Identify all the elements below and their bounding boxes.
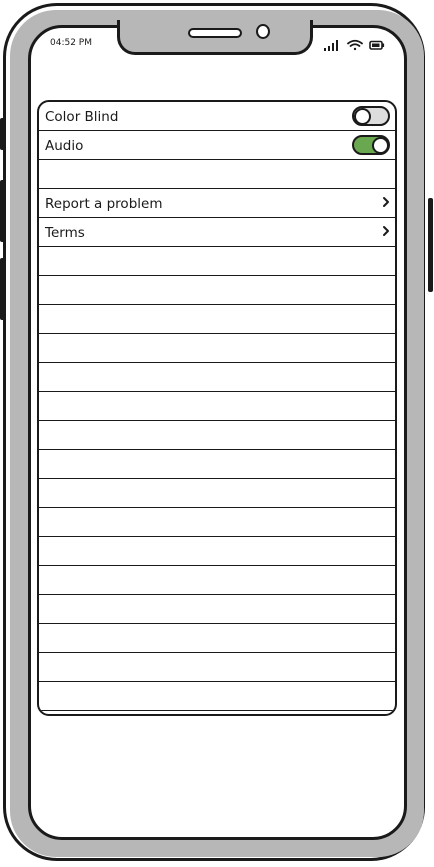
empty-list-row [39, 595, 395, 624]
empty-list-row [39, 479, 395, 508]
setting-row-terms[interactable]: Terms [39, 218, 395, 247]
setting-label-report-problem: Report a problem [45, 196, 163, 212]
setting-row-spacer [39, 160, 395, 189]
empty-list-row [39, 392, 395, 421]
toggle-knob [372, 137, 389, 154]
empty-list-row [39, 305, 395, 334]
empty-list-row [39, 682, 395, 711]
wifi-icon [347, 39, 363, 51]
settings-list: Color Blind Audio Report a problem Terms [37, 100, 397, 716]
empty-list-row [39, 276, 395, 305]
empty-list-row [39, 653, 395, 682]
setting-row-report-problem[interactable]: Report a problem [39, 189, 395, 218]
empty-list-row [39, 421, 395, 450]
setting-label-terms: Terms [45, 225, 85, 241]
setting-label-color-blind: Color Blind [45, 109, 119, 125]
volume-down-button [0, 258, 5, 320]
signal-icon [324, 40, 338, 51]
phone-mockup: 04:52 PM Color Blind Audio Report a prob… [0, 0, 434, 867]
status-time: 04:52 PM [50, 38, 92, 48]
empty-list-row [39, 537, 395, 566]
empty-list-row [39, 247, 395, 276]
volume-up-button [0, 180, 5, 242]
empty-list-row [39, 566, 395, 595]
empty-list-row [39, 363, 395, 392]
mute-switch [0, 118, 5, 150]
chevron-right-icon [383, 197, 389, 207]
empty-list-row [39, 334, 395, 363]
chevron-right-icon [383, 226, 389, 236]
status-icons [323, 37, 387, 51]
toggle-knob [354, 108, 371, 125]
setting-row-audio: Audio [39, 131, 395, 160]
empty-list-row [39, 508, 395, 537]
power-button [428, 198, 433, 292]
setting-row-color-blind: Color Blind [39, 102, 395, 131]
color-blind-toggle[interactable] [352, 106, 390, 126]
empty-list-row [39, 624, 395, 653]
audio-toggle[interactable] [352, 135, 390, 155]
setting-label-audio: Audio [45, 138, 84, 154]
speaker-grille [188, 28, 242, 38]
battery-icon [369, 40, 385, 50]
front-camera [256, 24, 270, 39]
empty-list-row [39, 450, 395, 479]
